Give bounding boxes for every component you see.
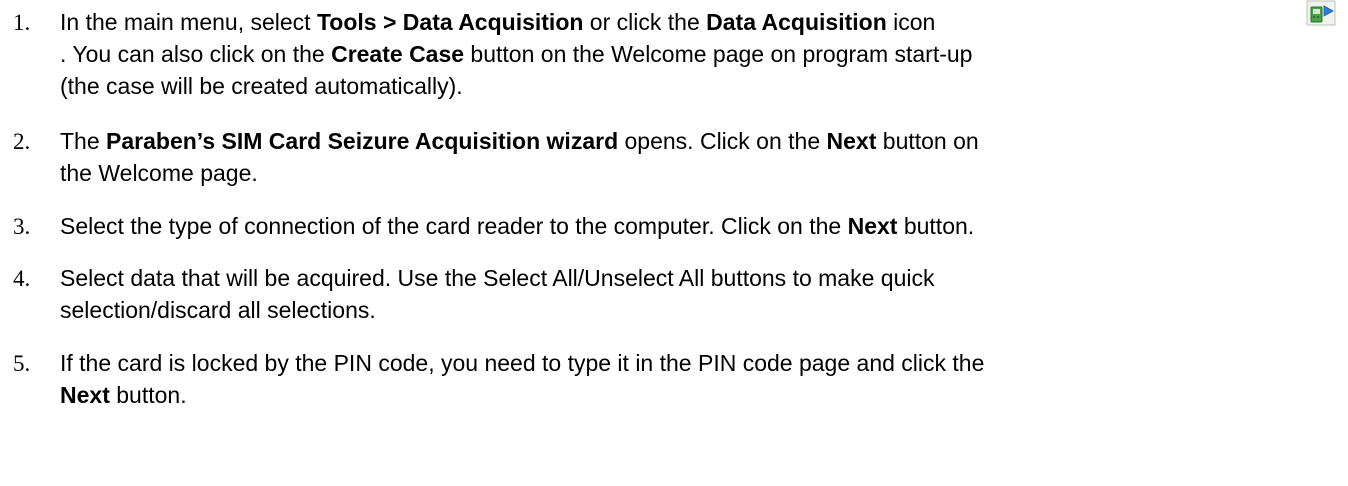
- text-line: (the case will be created automatically)…: [60, 70, 1340, 102]
- text-run: or click the: [583, 9, 707, 35]
- bold-term: Create Case: [331, 41, 465, 67]
- bold-term: Paraben’s SIM Card Seizure Acquisition w…: [106, 128, 619, 154]
- text-run: Select the type of connection of the car…: [60, 213, 848, 239]
- step-number: 3.: [13, 214, 31, 239]
- text-line: Next button.: [60, 379, 1340, 411]
- text-line: Select data that will be acquired. Use t…: [60, 262, 1340, 294]
- step-number: 5.: [13, 351, 31, 376]
- step-text: The Paraben’s SIM Card Seizure Acquisiti…: [60, 125, 1340, 189]
- bold-term: Next: [60, 382, 110, 408]
- text-line: In the main menu, select Tools > Data Ac…: [60, 6, 1340, 38]
- step-text: Select the type of connection of the car…: [60, 210, 1340, 242]
- bold-term: Data Acquisition: [706, 9, 887, 35]
- text-run: button on the Welcome page on program st…: [464, 41, 973, 67]
- bold-term: Next: [826, 128, 877, 154]
- text-run: Select data that will be acquired. Use t…: [60, 265, 935, 291]
- text-line: . You can also click on the Create Case …: [60, 38, 1340, 70]
- text-line: Select the type of connection of the car…: [60, 210, 1340, 242]
- text-line: If the card is locked by the PIN code, y…: [60, 347, 1340, 379]
- step-number: 2.: [13, 129, 31, 154]
- text-run: selection/discard all selections.: [60, 297, 376, 323]
- bold-term: Tools > Data Acquisition: [316, 9, 584, 35]
- step-number: 1.: [13, 10, 31, 35]
- text-run: . You can also click on the: [60, 41, 332, 67]
- step-text: Select data that will be acquired. Use t…: [60, 262, 1340, 326]
- text-run: The: [60, 128, 107, 154]
- text-run: button.: [897, 213, 975, 239]
- text-run: the Welcome page.: [60, 160, 258, 186]
- data-acquisition-icon: [1306, 0, 1336, 26]
- text-run: If the card is locked by the PIN code, y…: [60, 350, 985, 376]
- text-run: (the case will be created automatically)…: [60, 73, 463, 99]
- text-run: button on: [876, 128, 979, 154]
- text-run: opens. Click on the: [618, 128, 827, 154]
- text-run: button.: [109, 382, 187, 408]
- step-number: 4.: [13, 266, 31, 291]
- text-run: icon: [886, 9, 936, 35]
- bold-term: Next: [847, 213, 898, 239]
- step-text: If the card is locked by the PIN code, y…: [60, 347, 1340, 411]
- text-line: selection/discard all selections.: [60, 294, 1340, 326]
- text-run: In the main menu, select: [60, 9, 317, 35]
- step-text: In the main menu, select Tools > Data Ac…: [60, 6, 1340, 102]
- text-line: the Welcome page.: [60, 157, 1340, 189]
- text-line: The Paraben’s SIM Card Seizure Acquisiti…: [60, 125, 1340, 157]
